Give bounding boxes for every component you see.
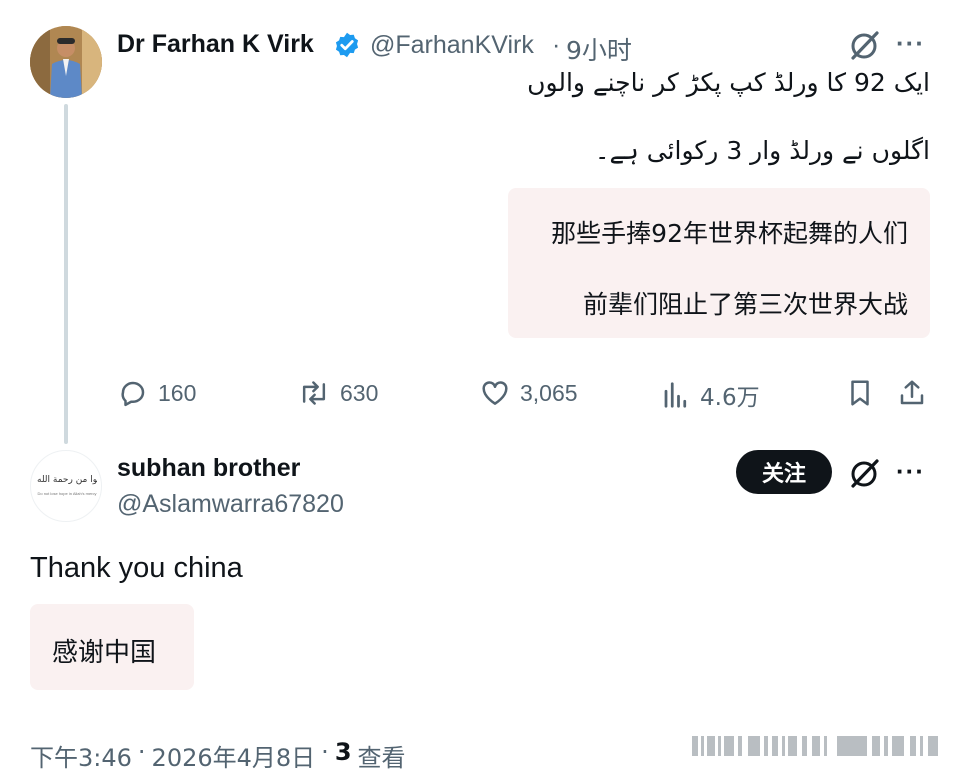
reply-avatar-subtext: Do not lose hope in Allah's mercy [37,491,97,496]
views-label: 查看 [357,744,406,772]
reply-author-name[interactable]: subhan brother [117,454,300,483]
translation-line-1: 那些手捧92年世界杯起舞的人们 [551,219,908,248]
separator-dot: · [321,738,329,766]
translation-line-2: 前辈们阻止了第三次世界大战 [582,290,908,319]
like-count: 3,065 [520,379,578,406]
reply-count: 160 [158,379,197,406]
more-dots-icon[interactable]: ··· [896,28,925,59]
thread-connector-line [64,104,68,444]
reply-translation: 感谢中国 [52,638,157,668]
post-time-full[interactable]: 下午3:46 [30,738,132,773]
post-text-line-1: ایک 92 کا ورلڈ کپ پکڑ کر ناچنے والوں [527,68,930,97]
reply-avatar-text: لا تقنطوا من رحمة الله [37,475,97,485]
watermark-barcode [692,734,942,758]
like-button[interactable]: 3,065 [480,378,578,408]
repost-icon [302,381,326,405]
views-total: 3 [334,738,352,766]
heart-icon [482,381,508,405]
post-metadata: 下午3:46 · 2026年4月8日 · 3 查看 [30,738,406,773]
post-time[interactable]: 9小时 [566,31,632,67]
post-date[interactable]: 2026年4月8日 [152,738,316,773]
author-name[interactable]: Dr Farhan K Virk [117,30,314,59]
avatar[interactable] [30,26,102,98]
repost-count: 630 [340,379,379,406]
views-chart-icon [664,382,687,408]
views-button[interactable]: 4.6万 [662,378,760,412]
follow-button[interactable]: 关注 [736,450,832,494]
reply-text: Thank you china [30,552,243,584]
post-text-line-2: اگلوں نے ورلڈ وار 3 رکوائی ہے۔ [594,136,930,165]
separator-dot: · [552,31,561,59]
grok-icon[interactable] [848,28,882,62]
translation-box: 那些手捧92年世界杯起舞的人们 前辈们阻止了第三次世界大战 [508,188,930,338]
reply-avatar[interactable]: لا تقنطوا من رحمة الله Do not lose hope … [30,450,102,522]
reply-button[interactable]: 160 [118,378,196,408]
bookmark-icon[interactable] [845,378,875,408]
grok-icon[interactable] [848,456,882,490]
verified-badge-icon [333,31,361,59]
separator-dot: · [137,738,146,766]
views-count: 4.6万 [700,385,760,411]
share-icon[interactable] [897,378,927,408]
repost-button[interactable]: 630 [298,378,378,408]
reply-author-handle[interactable]: @Aslamwarra67820 [117,490,344,519]
author-handle[interactable]: @FarhanKVirk [370,31,534,60]
more-dots-icon[interactable]: ··· [896,456,925,487]
avatar-image [30,26,102,98]
reply-icon [121,381,145,407]
reply-translation-box: 感谢中国 [30,604,194,690]
